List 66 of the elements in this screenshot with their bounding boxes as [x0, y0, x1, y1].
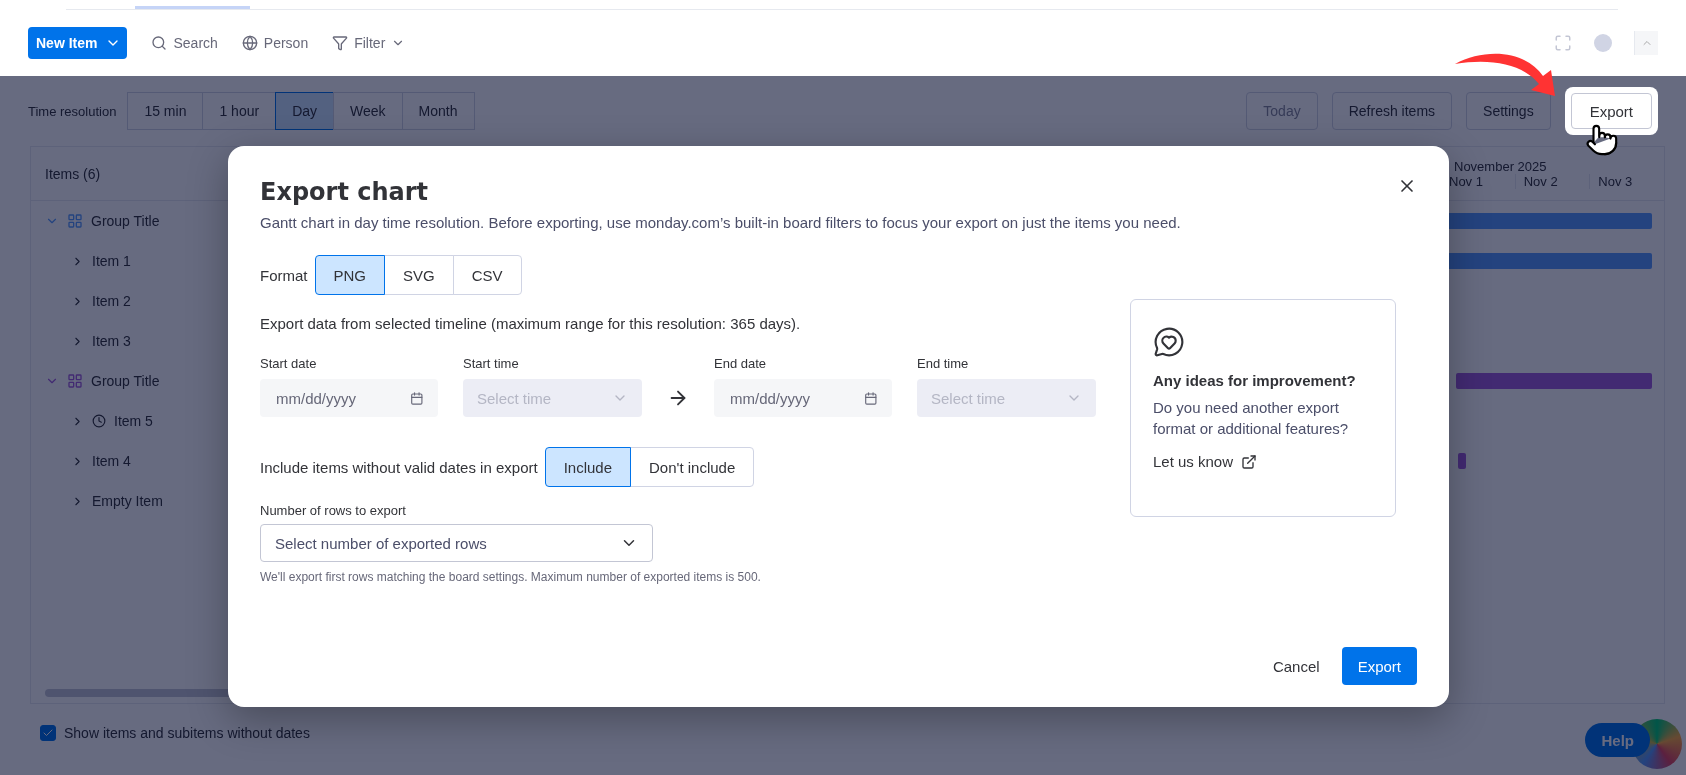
include-option[interactable]: Don't include [630, 447, 755, 487]
month-label: November 2025 [1453, 158, 1548, 174]
chat-heart-icon [1153, 326, 1185, 358]
dialog-description: Gantt chart in day time resolution. Before exporting, use monday.com’s built-in board filters to focus your export on just the items you need. [260, 214, 1182, 231]
date-field[interactable]: mm/dd/yyyy [260, 379, 438, 417]
group-title[interactable]: Group Title [91, 213, 160, 229]
cancel-button[interactable]: Cancel [1272, 649, 1320, 683]
search-button[interactable]: Search [151, 35, 218, 51]
resolution-tab[interactable]: Week [333, 92, 403, 130]
date-input[interactable]: mm/dd/yyyy [728, 388, 865, 408]
calendar-icon [864, 390, 878, 406]
check-icon [42, 727, 54, 739]
person-icon [241, 35, 258, 51]
timeline-note: Export data from selected timeline (maximum range for this resolution: 365 days). [260, 315, 802, 332]
feedback-text: Do you need another export format or additional features? [1153, 398, 1350, 439]
item-label[interactable]: Item 4 [92, 453, 131, 469]
date-input[interactable]: mm/dd/yyyy [274, 388, 411, 408]
field-label: Start time [463, 356, 520, 371]
checkbox[interactable] [40, 725, 56, 741]
external-link-icon [1241, 453, 1258, 470]
day-label: Nov 2 [1514, 173, 1590, 189]
export-confirm-button[interactable]: Export [1341, 647, 1417, 685]
format-label: Format [260, 266, 308, 284]
feedback-title: Any ideas for improvement? [1153, 372, 1357, 389]
items-header: Items (6) [45, 165, 101, 182]
field-label: End date [714, 356, 768, 371]
help-button[interactable]: Help [1585, 723, 1650, 757]
item-label[interactable]: Item 3 [92, 333, 131, 349]
export-button[interactable]: Export [1570, 93, 1652, 129]
rows-select[interactable]: Select number of exported rows [260, 524, 653, 562]
day-label: Nov 3 [1589, 173, 1664, 189]
include-label: Include items without valid dates in export [260, 458, 538, 476]
item-label[interactable]: Item 5 [114, 413, 153, 429]
person-button[interactable]: Person [241, 35, 309, 51]
filter-icon [332, 35, 349, 51]
resolution-tab[interactable]: Month [401, 92, 475, 130]
resolution-tab[interactable]: 1 hour [202, 92, 277, 130]
group-icon [67, 213, 83, 229]
filter-button[interactable]: Filter [332, 35, 406, 51]
rows-label: Number of rows to export [260, 503, 407, 518]
toolbar-button[interactable]: Settings [1466, 92, 1551, 130]
calendar-icon [410, 390, 424, 406]
date-field[interactable]: mm/dd/yyyy [714, 379, 892, 417]
checkbox-label: Show items and subitems without dates [64, 725, 310, 741]
field-label: Start date [260, 356, 318, 371]
toolbar-button[interactable]: Refresh items [1331, 92, 1453, 130]
format-option[interactable]: CSV [452, 255, 522, 295]
group-icon [67, 373, 83, 389]
field-label: End time [917, 356, 970, 371]
search-icon [151, 35, 168, 51]
dialog-title: Export chart [260, 178, 429, 206]
feedback-link[interactable]: Let us know [1153, 453, 1373, 470]
group-title[interactable]: Group Title [91, 373, 160, 389]
include-option[interactable]: Include [544, 447, 632, 487]
resolution-tab[interactable]: Day [275, 92, 335, 130]
item-label[interactable]: Item 1 [92, 253, 131, 269]
clock-icon [92, 414, 106, 428]
fullscreen-icon[interactable] [1554, 34, 1572, 52]
new-item-button[interactable]: New Item [28, 27, 128, 59]
resolution-tab[interactable]: 15 min [127, 92, 204, 130]
item-label[interactable]: Item 2 [92, 293, 131, 309]
format-option[interactable]: SVG [384, 255, 454, 295]
rows-hint: We'll export first rows matching the board settings. Maximum number of exported items is 500. [260, 570, 762, 584]
format-option[interactable]: PNG [314, 255, 386, 295]
item-label[interactable]: Empty Item [92, 493, 163, 509]
time-resolution-label: Time resolution [28, 103, 117, 119]
